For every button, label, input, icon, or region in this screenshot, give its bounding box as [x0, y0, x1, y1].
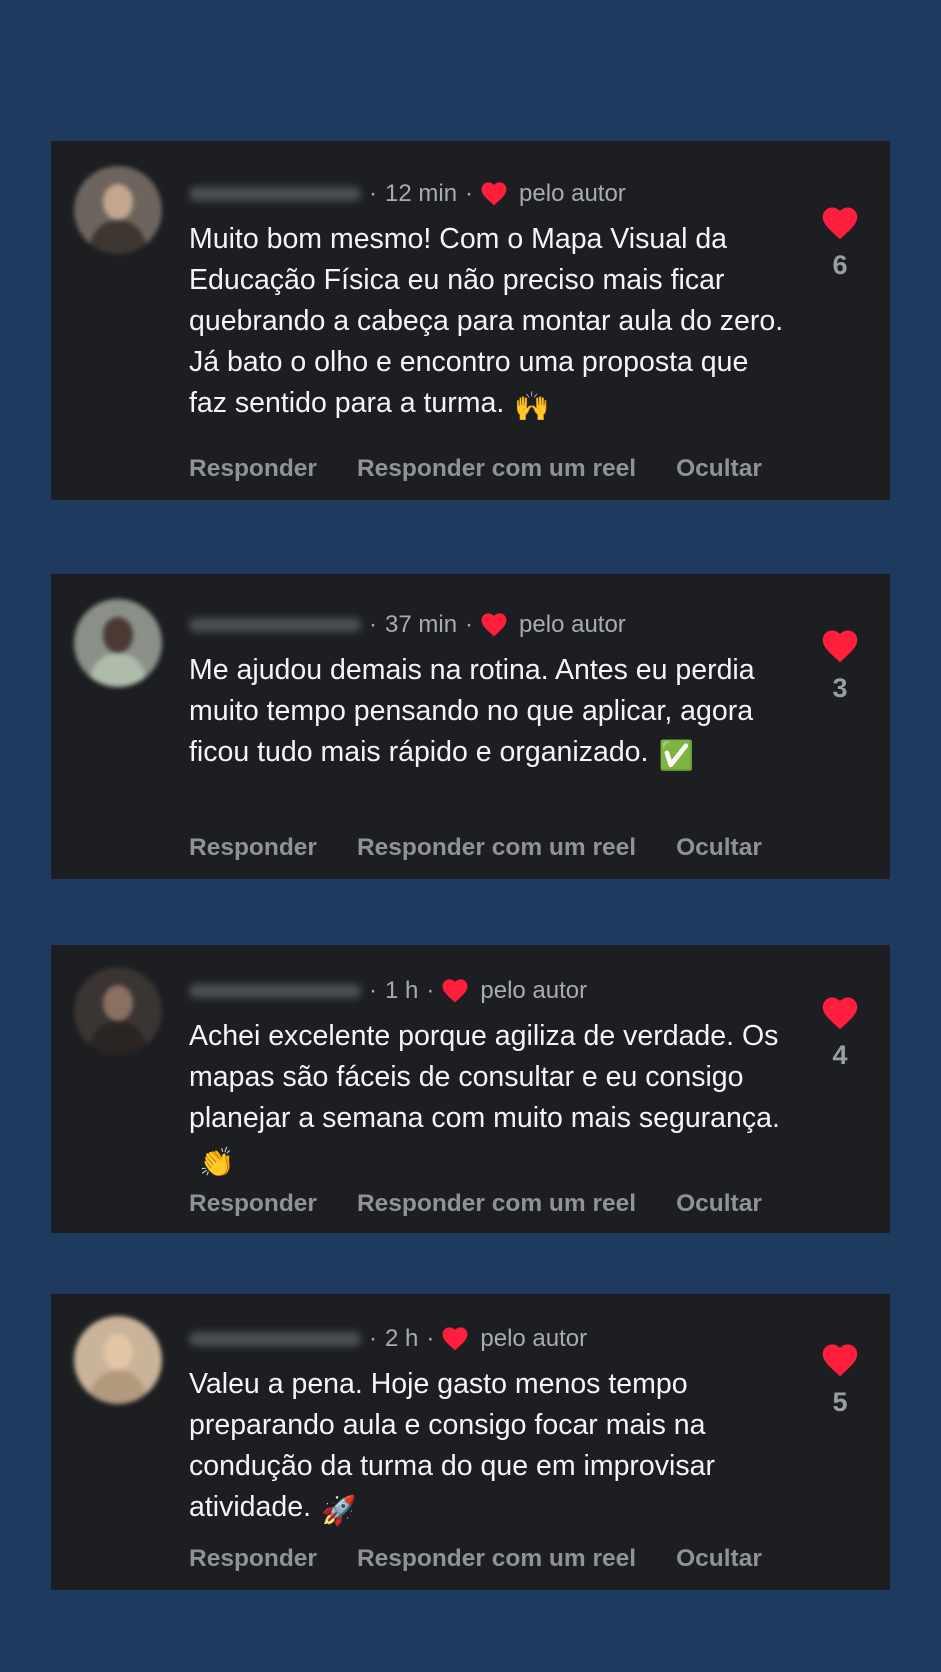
hide-button[interactable]: Ocultar: [676, 834, 762, 862]
reply-with-reel-button[interactable]: Responder com um reel: [357, 1545, 636, 1573]
comment-meta: · 1 h · pelo autor: [189, 976, 587, 1006]
heart-icon: [822, 207, 858, 240]
heart-icon: [481, 182, 507, 206]
comment-meta: · 37 min · pelo autor: [189, 610, 626, 640]
author-like-label: pelo autor: [480, 977, 588, 1004]
avatar[interactable]: [74, 967, 162, 1055]
comment-body: Valeu a pena. Hoje gasto menos tempo pre…: [189, 1364, 789, 1532]
comment-actions: Responder Responder com um reel Ocultar: [189, 1543, 802, 1575]
comment-card: · 12 min · pelo autor Muito bom mesmo! C…: [51, 141, 890, 500]
clapping-hands-emoji: 👏: [199, 1147, 235, 1179]
reply-button[interactable]: Responder: [189, 1190, 317, 1218]
hide-button[interactable]: Ocultar: [676, 455, 762, 483]
like-count: 5: [832, 1387, 848, 1417]
reply-button[interactable]: Responder: [189, 1545, 317, 1573]
comment-actions: Responder Responder com um reel Ocultar: [189, 832, 802, 864]
author-like-label: pelo autor: [480, 1325, 588, 1352]
comment-card: · 2 h · pelo autor Valeu a pena. Hoje ga…: [51, 1294, 890, 1590]
avatar[interactable]: [74, 166, 162, 254]
heart-icon: [822, 630, 858, 663]
heart-icon: [822, 1344, 858, 1377]
hide-button[interactable]: Ocultar: [676, 1545, 762, 1573]
author-like-label: pelo autor: [519, 611, 626, 638]
comment-body: Achei excelente porque agiliza de verdad…: [189, 1016, 789, 1184]
comment-text: Muito bom mesmo! Com o Mapa Visual da Ed…: [189, 223, 784, 419]
check-mark-emoji: ✅: [658, 740, 694, 772]
comment-card: · 37 min · pelo autor Me ajudou demais n…: [51, 574, 890, 879]
raising-hands-emoji: 🙌: [514, 391, 550, 423]
hide-button[interactable]: Ocultar: [676, 1190, 762, 1218]
reply-with-reel-button[interactable]: Responder com um reel: [357, 834, 636, 862]
like-count: 6: [832, 250, 848, 280]
username-blurred[interactable]: [189, 618, 361, 632]
comment-time: 1 h: [385, 977, 419, 1004]
comment-text: Achei excelente porque agiliza de verdad…: [189, 1020, 780, 1134]
username-blurred[interactable]: [189, 187, 361, 201]
avatar[interactable]: [74, 599, 162, 687]
heart-icon: [442, 979, 468, 1003]
like-count: 4: [832, 1040, 848, 1070]
heart-icon: [481, 613, 507, 637]
comment-actions: Responder Responder com um reel Ocultar: [189, 453, 802, 485]
comment-text: Valeu a pena. Hoje gasto menos tempo pre…: [189, 1368, 715, 1523]
author-like-label: pelo autor: [519, 180, 626, 207]
reply-with-reel-button[interactable]: Responder com um reel: [357, 455, 636, 483]
comment-time: 2 h: [385, 1325, 419, 1352]
like-button[interactable]: 5: [820, 1344, 860, 1418]
heart-icon: [442, 1327, 468, 1351]
like-button[interactable]: 3: [820, 630, 860, 704]
avatar[interactable]: [74, 1316, 162, 1404]
comment-body: Muito bom mesmo! Com o Mapa Visual da Ed…: [189, 219, 789, 428]
heart-icon: [822, 997, 858, 1030]
reply-button[interactable]: Responder: [189, 455, 317, 483]
comment-time: 12 min: [385, 180, 458, 207]
reply-button[interactable]: Responder: [189, 834, 317, 862]
like-count: 3: [832, 673, 848, 703]
like-button[interactable]: 4: [820, 997, 860, 1071]
rocket-emoji: 🚀: [321, 1495, 357, 1527]
like-button[interactable]: 6: [820, 207, 860, 281]
comment-body: Me ajudou demais na rotina. Antes eu per…: [189, 650, 789, 777]
comment-time: 37 min: [385, 611, 458, 638]
comment-actions: Responder Responder com um reel Ocultar: [189, 1188, 802, 1220]
username-blurred[interactable]: [189, 984, 361, 998]
comment-meta: · 12 min · pelo autor: [189, 179, 626, 209]
username-blurred[interactable]: [189, 1332, 361, 1346]
reply-with-reel-button[interactable]: Responder com um reel: [357, 1190, 636, 1218]
comment-card: · 1 h · pelo autor Achei excelente porqu…: [51, 945, 890, 1233]
comment-meta: · 2 h · pelo autor: [189, 1324, 587, 1354]
